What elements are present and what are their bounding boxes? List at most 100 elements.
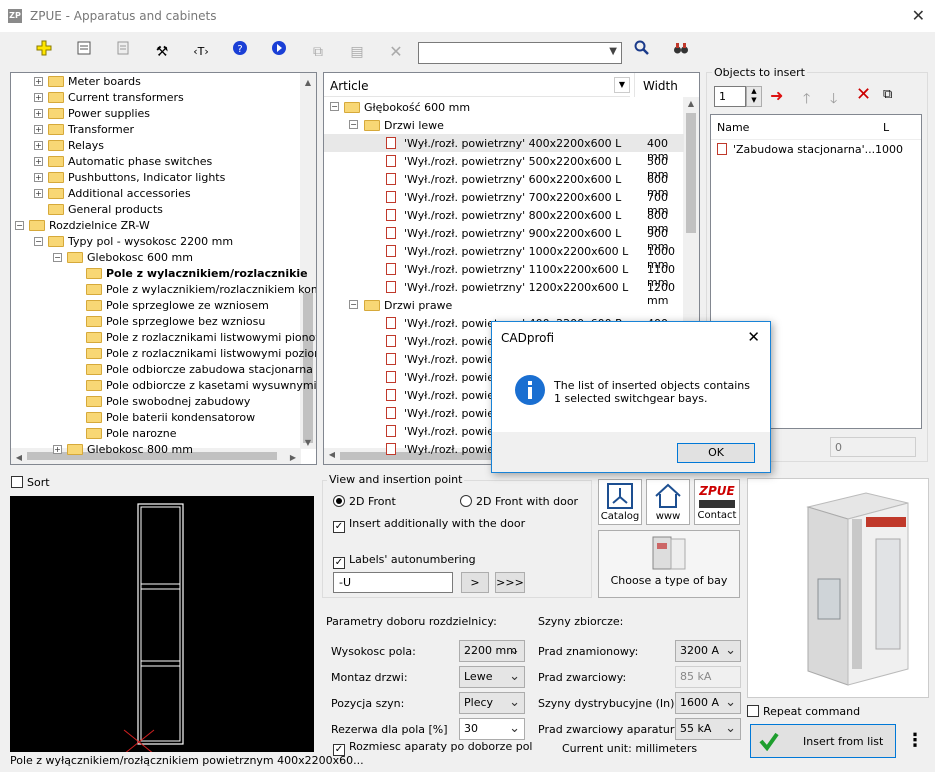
remove-icon[interactable]: ✕ (856, 84, 871, 105)
tree-item[interactable]: General products (11, 202, 301, 218)
tree-item[interactable]: Pole sprzeglowe bez wzniosu (11, 314, 301, 330)
front-door-radio[interactable]: 2D Front with door (460, 495, 578, 508)
sort-arrow-icon[interactable]: ▼ (614, 77, 630, 93)
insert-from-list-button[interactable]: Insert from list (750, 724, 896, 758)
select-field[interactable]: Plecy ⌄ (459, 692, 525, 714)
tree-item[interactable]: + Additional accessories (11, 186, 301, 202)
tree-item[interactable]: + Pushbuttons, Indicator lights (11, 170, 301, 186)
select-field[interactable]: 55 kA ⌄ (675, 718, 741, 740)
article-row[interactable]: 'Wył./rozł. powietrzny' 500x2200x600 L 50… (324, 152, 684, 181)
front-door-radio-dot[interactable] (460, 495, 472, 507)
help-icon[interactable]: ? (228, 40, 252, 64)
place-checkbox[interactable]: ✓ Rozmiesc aparaty po doborze pol (333, 740, 532, 756)
article-vscroll-thumb[interactable] (686, 113, 696, 233)
binoculars-icon[interactable] (669, 40, 693, 64)
sort-checkbox-box[interactable] (11, 476, 23, 488)
tree-item[interactable]: − Typy pol - wysokosc 2200 mm (11, 234, 301, 250)
expand-icon[interactable]: + (34, 125, 43, 134)
scroll-up-icon[interactable]: ▲ (300, 75, 316, 91)
collapse-icon[interactable]: − (34, 237, 43, 246)
article-row[interactable]: 'Wył./rozł. powietrzny' 1100x2200x600 L1… (324, 260, 684, 289)
collapse-icon[interactable]: − (15, 221, 24, 230)
next-all-button[interactable]: >>> (495, 572, 525, 593)
delete-icon[interactable]: ✕ (384, 40, 408, 64)
move-down-icon[interactable]: 🡓 (830, 88, 837, 112)
insert-door-checkbox[interactable]: ✓ Insert additionally with the door (333, 517, 525, 533)
expand-icon[interactable]: + (34, 141, 43, 150)
sort-checkbox[interactable]: Sort (11, 476, 50, 489)
arrow-right-icon[interactable]: ➜ (770, 86, 783, 106)
tree-item[interactable]: Pole sprzeglowe ze wzniosem (11, 298, 301, 314)
tree-item[interactable]: + Glebokosc 800 mm (11, 442, 301, 458)
tree-item[interactable]: − Rozdzielnice ZR-W (11, 218, 301, 234)
expand-icon[interactable]: + (34, 109, 43, 118)
paste-icon[interactable]: ▤ (345, 40, 369, 64)
article-row[interactable]: 'Wył./rozł. powietrzny' 400x2200x600 L 40… (324, 134, 684, 163)
tree-item[interactable]: Pole odbiorcze zabudowa stacjonarna (11, 362, 313, 378)
prefix-input[interactable]: -U (333, 572, 453, 593)
list-icon[interactable] (111, 40, 135, 64)
tree-item[interactable]: + Current transformers (11, 90, 301, 106)
tree-item[interactable]: Pole z rozlacznikami listwowymi pionowy (11, 330, 316, 346)
tools-icon[interactable]: ⚒ (150, 40, 174, 64)
tree-item[interactable]: Pole odbiorcze z kasetami wysuwnymi (11, 378, 316, 394)
front-radio[interactable]: 2D Front (333, 495, 396, 508)
tree-item[interactable]: + Power supplies (11, 106, 301, 122)
contact-button[interactable]: ZPUE Contact (694, 479, 740, 525)
scroll-up-icon[interactable]: ▲ (683, 99, 699, 108)
add-icon[interactable] (32, 40, 56, 64)
select-field[interactable]: 1600 A ⌄ (675, 692, 741, 714)
tree-item[interactable]: Pole z rozlacznikami listwowymi poziomy (11, 346, 316, 362)
search-combo[interactable]: ▼ (418, 42, 622, 64)
more-options-icon[interactable]: ⋮ (903, 724, 927, 758)
expand-icon[interactable]: + (53, 445, 62, 454)
play-icon[interactable] (267, 40, 291, 64)
article-row[interactable]: 'Wył./rozł. powietrzny' 900x2200x600 L 90… (324, 224, 684, 253)
select-field[interactable]: 30 ⌄ (459, 718, 525, 740)
expand-icon[interactable]: + (34, 93, 43, 102)
place-check[interactable]: ✓ (333, 744, 345, 756)
article-subgroup[interactable]: Drzwi lewe (324, 116, 684, 134)
tree-item[interactable]: Pole swobodnej zabudowy (11, 394, 301, 410)
next-button[interactable]: > (461, 572, 489, 593)
choose-bay-button[interactable]: Choose a type of bay (598, 530, 740, 598)
category-tree[interactable]: ▲ ▼ ◀ ▶ + Meter boards + Current transforme… (10, 72, 317, 465)
copy-list-icon[interactable]: ⧉ (883, 87, 892, 102)
scroll-down-icon[interactable]: ▼ (300, 435, 316, 451)
autonum-checkbox[interactable]: ✓ Labels' autonumbering (333, 553, 476, 569)
article-row[interactable]: 'Wył./rozł. powietrzny' 600x2200x600 L 60… (324, 170, 684, 199)
repeat-check[interactable] (747, 705, 759, 717)
properties-icon[interactable] (72, 40, 96, 64)
list-item[interactable]: 'Zabudowa stacjonarna'... 1000 (711, 139, 921, 157)
tree-item[interactable]: Pole z wylacznikiem/rozlacznikiem komp (11, 282, 316, 298)
collapse-icon[interactable]: − (53, 253, 62, 262)
copy-icon[interactable]: ⧉ (306, 40, 330, 64)
expand-icon[interactable]: + (34, 173, 43, 182)
expand-icon[interactable]: + (34, 157, 43, 166)
article-row[interactable]: 'Wył./rozł. powietrzny' 1200x2200x600 L1… (324, 278, 684, 307)
www-button[interactable]: www (646, 479, 690, 525)
quantity-stepper[interactable]: ▲ ▼ (746, 86, 762, 107)
article-row[interactable]: 'Wył./rozł. powietrzny' 1000x2200x600 L1… (324, 242, 684, 271)
article-subgroup[interactable]: Drzwi prawe (324, 296, 684, 314)
dialog-close-icon[interactable]: ✕ (747, 328, 760, 346)
expand-icon[interactable]: + (34, 77, 43, 86)
tree-item[interactable]: + Meter boards (11, 74, 301, 90)
move-up-icon[interactable]: 🡑 (803, 88, 810, 112)
article-row[interactable]: 'Wył./rozł. powietrzny' 800x2200x600 L 80… (324, 206, 684, 235)
expand-icon[interactable]: + (34, 189, 43, 198)
article-row[interactable]: 'Wył./rozł. powietrzny' 700x2200x600 L 70… (324, 188, 684, 217)
article-column-header[interactable]: Article ▼ (324, 73, 630, 97)
tree-item[interactable]: Pole z wylacznikiem/rozlacznikie (11, 266, 308, 282)
tree-item[interactable]: + Transformer (11, 122, 301, 138)
insert-door-check[interactable]: ✓ (333, 521, 345, 533)
select-field[interactable]: 3200 A ⌄ (675, 640, 741, 662)
close-icon[interactable]: ✕ (912, 6, 925, 25)
tree-item[interactable]: + Automatic phase switches (11, 154, 301, 170)
select-field[interactable]: Lewe ⌄ (459, 666, 525, 688)
search-icon[interactable] (630, 40, 654, 64)
select-field[interactable]: 2200 mm ⌄ (459, 640, 525, 662)
tree-item[interactable]: − Glebokosc 600 mm (11, 250, 301, 266)
article-group[interactable]: Głębokość 600 mm (324, 98, 684, 116)
tree-item[interactable]: Pole baterii kondensatorow (11, 410, 301, 426)
